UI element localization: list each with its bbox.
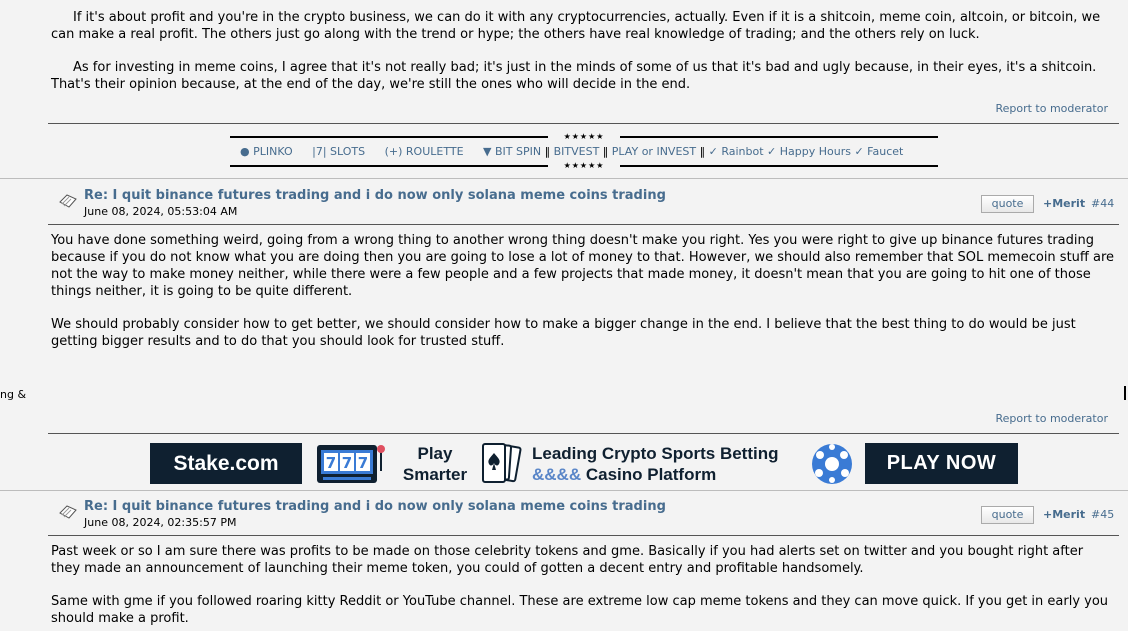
sig-separator: ‖	[602, 145, 609, 158]
post-subject-link[interactable]: Re: I quit binance futures trading and i…	[84, 188, 666, 203]
post-separator	[0, 490, 1128, 491]
slot-machine-icon: 7 7 7	[317, 445, 385, 483]
post-separator	[0, 178, 1128, 179]
signature-star-rule: ★★★★★	[230, 161, 938, 171]
post-paragraph: Past week or so I am sure there was prof…	[51, 544, 1084, 576]
signature-star-rule: ★★★★★	[230, 132, 938, 142]
svg-text:7: 7	[342, 454, 352, 472]
sig-separator: ‖	[699, 145, 706, 158]
merit-link[interactable]: +Merit	[1043, 508, 1085, 521]
leading-tagline: Leading Crypto Sports Betting &&&& Casin…	[532, 444, 779, 484]
playing-cards-icon	[482, 443, 522, 483]
signature-links: ● PLINKO |7| SLOTS (+) ROULETTE ▼ BIT SP…	[240, 145, 903, 158]
sig-link-slots[interactable]: |7| SLOTS	[312, 145, 365, 158]
sig-separator: ‖	[544, 145, 551, 158]
quote-button[interactable]: quote	[981, 195, 1034, 213]
header-divider	[48, 224, 1119, 225]
sig-link-roulette[interactable]: (+) ROULETTE	[385, 145, 464, 158]
stake-banner[interactable]: Stake.com 7 7 7 Play Smarter Leading Cry…	[150, 441, 1018, 486]
sig-link-faucet[interactable]: ✓ Faucet	[854, 145, 903, 158]
stake-logo[interactable]: Stake.com	[150, 443, 302, 484]
post-number-link[interactable]: #44	[1091, 197, 1114, 210]
sig-link-rainbot[interactable]: ✓ Rainbot	[709, 145, 764, 158]
play-smarter-text: Play Smarter	[402, 444, 468, 484]
signature-divider	[48, 433, 1119, 434]
sig-link-happy-hours[interactable]: ✓ Happy Hours	[767, 145, 851, 158]
svg-text:7: 7	[326, 454, 336, 472]
sig-link-bitvest[interactable]: BITVEST	[554, 145, 600, 158]
post-number-link[interactable]: #45	[1091, 508, 1114, 521]
sig-link-play-or-invest[interactable]: PLAY or INVEST	[612, 145, 696, 158]
post-date: June 08, 2024, 02:35:57 PM	[84, 516, 237, 529]
text-cursor	[1124, 386, 1126, 400]
post-paragraph: As for investing in meme coins, I agree …	[51, 60, 1097, 92]
sig-link-bitspin[interactable]: ▼ BIT SPIN	[483, 145, 541, 158]
header-divider	[48, 535, 1119, 536]
merit-link[interactable]: +Merit	[1043, 197, 1085, 210]
report-to-moderator-link[interactable]: Report to moderator	[995, 412, 1108, 425]
sig-link-plinko[interactable]: ● PLINKO	[240, 145, 293, 158]
svg-text:7: 7	[358, 454, 368, 472]
post-icon	[59, 194, 77, 208]
post-subject-link[interactable]: Re: I quit binance futures trading and i…	[84, 499, 666, 514]
post-paragraph: If it's about profit and you're in the c…	[51, 10, 1101, 42]
post-paragraph: Same with gme if you followed roaring ki…	[51, 594, 1109, 626]
signature-divider	[48, 123, 1119, 124]
report-to-moderator-link[interactable]: Report to moderator	[995, 102, 1108, 115]
soccer-ball-icon	[812, 444, 852, 484]
play-now-button[interactable]: PLAY NOW	[865, 443, 1018, 484]
post-date: June 08, 2024, 05:53:04 AM	[84, 205, 238, 218]
truncated-sidebar-text: ng &	[0, 388, 27, 401]
post-paragraph: You have done something weird, going fro…	[51, 233, 1115, 299]
post-icon	[59, 505, 77, 519]
quote-button[interactable]: quote	[981, 506, 1034, 524]
post-paragraph: We should probably consider how to get b…	[51, 317, 1076, 349]
